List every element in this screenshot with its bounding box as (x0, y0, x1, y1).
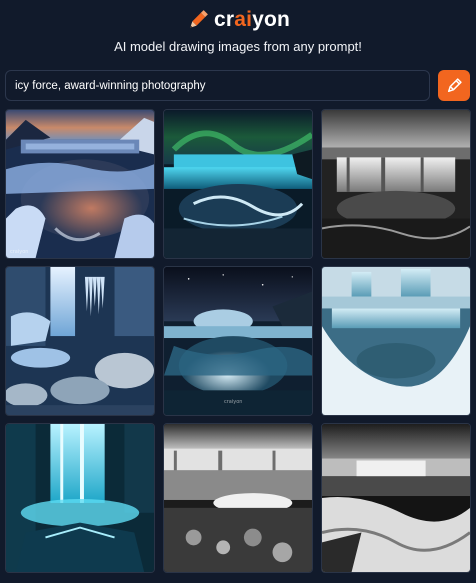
image-tile[interactable] (163, 423, 313, 573)
logo-ai: ai (234, 8, 253, 31)
image-tile[interactable] (321, 266, 471, 416)
logo-prefix: cr (213, 8, 235, 31)
image-tile[interactable] (321, 423, 471, 573)
watermark: craiyon (10, 249, 29, 255)
tagline: AI model drawing images from any prompt! (114, 39, 362, 54)
generated-image (6, 267, 154, 415)
image-tile[interactable]: craiyon (5, 109, 155, 259)
draw-button[interactable] (438, 70, 470, 101)
generated-image (322, 110, 470, 258)
image-tile[interactable] (5, 266, 155, 416)
logo-suffix: yon (252, 8, 291, 31)
generated-image (164, 424, 312, 572)
logo-text: craiyon (214, 8, 290, 32)
pencil-icon (190, 10, 208, 28)
image-tile[interactable]: craiyon (163, 266, 313, 416)
generated-image (164, 267, 312, 415)
watermark: craiyon (224, 399, 243, 405)
image-tile[interactable] (163, 109, 313, 259)
pencil-icon (447, 77, 462, 92)
generated-image (322, 267, 470, 415)
generated-image (164, 110, 312, 258)
image-tile[interactable] (5, 423, 155, 573)
generated-image (6, 110, 154, 258)
logo[interactable]: craiyon (186, 8, 290, 32)
image-tile[interactable] (321, 109, 471, 259)
image-grid: craiyon craiyon (5, 109, 471, 573)
generated-image (6, 424, 154, 572)
generated-image (322, 424, 470, 572)
prompt-input[interactable] (5, 70, 430, 101)
header: craiyon (0, 6, 476, 34)
